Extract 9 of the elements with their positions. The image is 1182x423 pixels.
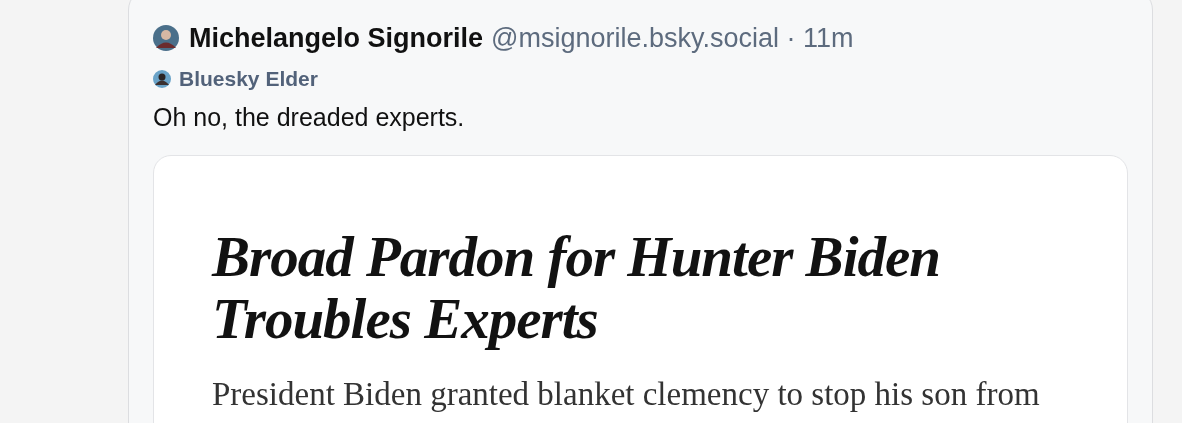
- author-name[interactable]: Michelangelo Signorile: [189, 17, 484, 59]
- article-summary: President Biden granted blanket clemency to stop his son from: [212, 374, 1041, 414]
- avatar-icon[interactable]: [153, 25, 179, 51]
- author-handle-time: @msignorile.bsky.social · 11m: [491, 21, 854, 55]
- post-text: Oh no, the dreaded experts.: [153, 102, 466, 133]
- article-screenshot[interactable]: Broad Pardon for Hunter Biden Troubles Experts President Biden granted blanket clemency to stop his son from: [153, 154, 1128, 423]
- badge-avatar-icon: [153, 70, 171, 88]
- article-headline: Broad Pardon for Hunter Biden Troubles Experts: [212, 225, 941, 350]
- badge-label: Bluesky Elder: [179, 66, 318, 93]
